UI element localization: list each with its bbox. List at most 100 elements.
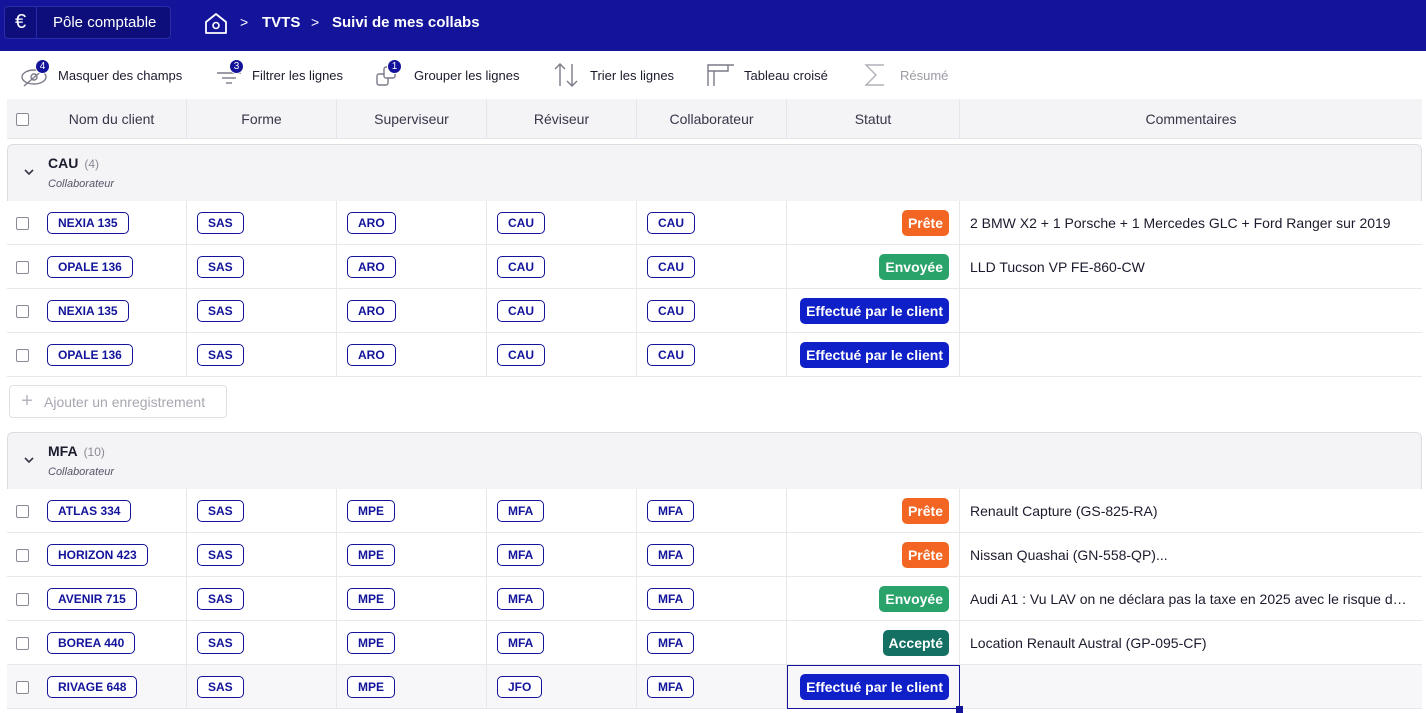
group-header[interactable]: MFA (10) Collaborateur — [7, 432, 1422, 490]
table-row[interactable]: NEXIA 135 SAS ARO CAU CAU Prête 2 BMW X2 + 1 P… — [7, 201, 1422, 245]
group-rows-button[interactable]: 1 Grouper les lignes — [374, 59, 520, 89]
statut-cell[interactable]: Accepté — [787, 621, 960, 665]
forme-cell[interactable]: SAS — [187, 621, 337, 665]
statut-cell[interactable]: Effectué par le client — [787, 665, 963, 713]
table-row[interactable]: RIVAGE 648 SAS MPE JFO MFA Effectué par le cl… — [7, 665, 1422, 713]
row-checkbox[interactable] — [15, 304, 29, 318]
reviseur-cell[interactable]: JFO — [487, 665, 637, 709]
table-row[interactable]: HORIZON 423 SAS MPE MFA MFA Prête Nissan Quash… — [7, 533, 1422, 577]
pivot-table-button[interactable]: Tableau croisé — [704, 61, 828, 89]
client-cell[interactable]: BOREA 440 — [37, 621, 187, 665]
superviseur-cell[interactable]: MPE — [337, 489, 487, 533]
reviseur-cell[interactable]: CAU — [487, 245, 637, 289]
client-cell[interactable]: AVENIR 715 — [37, 577, 187, 621]
table-row[interactable]: BOREA 440 SAS MPE MFA MFA Accepté Location Ren… — [7, 621, 1422, 665]
row-checkbox[interactable] — [15, 680, 29, 694]
statut-cell[interactable]: Prête — [787, 201, 960, 245]
row-checkbox[interactable] — [15, 636, 29, 650]
chevron-down-icon[interactable] — [22, 453, 36, 467]
superviseur-cell[interactable]: MPE — [337, 665, 487, 709]
table-row[interactable]: OPALE 136 SAS ARO CAU CAU Effectué par le cli… — [7, 333, 1422, 377]
comment-cell[interactable]: Audi A1 : Vu LAV on ne déclara pas la ta… — [960, 577, 1422, 621]
forme-cell[interactable]: SAS — [187, 245, 337, 289]
comment-cell[interactable]: LLD Tucson VP FE-860-CW — [960, 245, 1422, 289]
forme-cell[interactable]: SAS — [187, 333, 337, 377]
comment-cell[interactable] — [960, 665, 1422, 709]
chevron-down-icon[interactable] — [22, 165, 36, 179]
reviseur-cell[interactable]: CAU — [487, 333, 637, 377]
select-all-checkbox[interactable] — [15, 112, 29, 126]
column-header-reviseur[interactable]: Réviseur — [487, 99, 637, 139]
row-checkbox[interactable] — [15, 216, 29, 230]
forme-cell[interactable]: SAS — [187, 201, 337, 245]
reviseur-cell[interactable]: MFA — [487, 533, 637, 577]
statut-cell[interactable]: Effectué par le client — [787, 289, 960, 333]
column-header-collaborateur[interactable]: Collaborateur — [637, 99, 787, 139]
statut-cell[interactable]: Effectué par le client — [787, 333, 960, 377]
statut-cell[interactable]: Prête — [787, 533, 960, 577]
reviseur-cell[interactable]: CAU — [487, 201, 637, 245]
forme-cell[interactable]: SAS — [187, 489, 337, 533]
statut-cell[interactable]: Envoyée — [787, 577, 960, 621]
client-cell[interactable]: NEXIA 135 — [37, 289, 187, 333]
breadcrumb-item-current[interactable]: Suivi de mes collabs — [332, 14, 480, 31]
group-header[interactable]: CAU (4) Collaborateur — [7, 144, 1422, 202]
collaborateur-cell[interactable]: MFA — [637, 577, 787, 621]
column-header-forme[interactable]: Forme — [187, 99, 337, 139]
comment-cell[interactable]: Nissan Quashai (GN-558-QP)... — [960, 533, 1422, 577]
breadcrumb-item-tvts[interactable]: TVTS — [262, 14, 300, 31]
superviseur-cell[interactable]: ARO — [337, 245, 487, 289]
collaborateur-cell[interactable]: CAU — [637, 333, 787, 377]
column-header-commentaires[interactable]: Commentaires — [960, 99, 1422, 139]
table-row[interactable]: NEXIA 135 SAS ARO CAU CAU Effectué par le cli… — [7, 289, 1422, 333]
collaborateur-cell[interactable]: CAU — [637, 201, 787, 245]
comment-cell[interactable]: 2 BMW X2 + 1 Porsche + 1 Mercedes GLC + … — [960, 201, 1422, 245]
reviseur-cell[interactable]: MFA — [487, 489, 637, 533]
column-header-superviseur[interactable]: Superviseur — [337, 99, 487, 139]
superviseur-cell[interactable]: ARO — [337, 333, 487, 377]
statut-cell[interactable]: Envoyée — [787, 245, 960, 289]
table-row[interactable]: OPALE 136 SAS ARO CAU CAU Envoyée LLD Tucson V… — [7, 245, 1422, 289]
client-cell[interactable]: OPALE 136 — [37, 333, 187, 377]
home-icon[interactable] — [203, 11, 229, 35]
client-cell[interactable]: RIVAGE 648 — [37, 665, 187, 709]
comment-cell[interactable] — [960, 289, 1422, 333]
forme-cell[interactable]: SAS — [187, 289, 337, 333]
forme-cell[interactable]: SAS — [187, 577, 337, 621]
row-checkbox[interactable] — [15, 348, 29, 362]
superviseur-cell[interactable]: ARO — [337, 201, 487, 245]
filter-rows-button[interactable]: 3 Filtrer les lignes — [212, 59, 343, 89]
client-cell[interactable]: HORIZON 423 — [37, 533, 187, 577]
superviseur-cell[interactable]: ARO — [337, 289, 487, 333]
add-record-button[interactable]: + Ajouter un enregistrement — [9, 385, 227, 418]
table-row[interactable]: ATLAS 334 SAS MPE MFA MFA Prête Renault Captur… — [7, 489, 1422, 533]
collaborateur-cell[interactable]: MFA — [637, 621, 787, 665]
collaborateur-cell[interactable]: MFA — [637, 533, 787, 577]
reviseur-cell[interactable]: CAU — [487, 289, 637, 333]
row-checkbox[interactable] — [15, 592, 29, 606]
table-row[interactable]: AVENIR 715 SAS MPE MFA MFA Envoyée Audi A1 : V… — [7, 577, 1422, 621]
statut-cell[interactable]: Prête — [787, 489, 960, 533]
forme-cell[interactable]: SAS — [187, 665, 337, 709]
hide-fields-button[interactable]: 4 Masquer des champs — [18, 59, 182, 89]
row-checkbox[interactable] — [15, 548, 29, 562]
sort-rows-button[interactable]: Trier les lignes — [550, 61, 674, 89]
superviseur-cell[interactable]: MPE — [337, 577, 487, 621]
reviseur-cell[interactable]: MFA — [487, 577, 637, 621]
client-cell[interactable]: ATLAS 334 — [37, 489, 187, 533]
collaborateur-cell[interactable]: CAU — [637, 289, 787, 333]
comment-cell[interactable] — [960, 333, 1422, 377]
row-checkbox[interactable] — [15, 504, 29, 518]
forme-cell[interactable]: SAS — [187, 533, 337, 577]
client-cell[interactable]: NEXIA 135 — [37, 201, 187, 245]
column-header-statut[interactable]: Statut — [787, 99, 960, 139]
comment-cell[interactable]: Renault Capture (GS-825-RA) — [960, 489, 1422, 533]
superviseur-cell[interactable]: MPE — [337, 533, 487, 577]
summary-button[interactable]: Résumé — [860, 61, 948, 89]
client-cell[interactable]: OPALE 136 — [37, 245, 187, 289]
collaborateur-cell[interactable]: MFA — [637, 489, 787, 533]
collaborateur-cell[interactable]: MFA — [637, 665, 787, 709]
comment-cell[interactable]: Location Renault Austral (GP-095-CF) — [960, 621, 1422, 665]
superviseur-cell[interactable]: MPE — [337, 621, 487, 665]
reviseur-cell[interactable]: MFA — [487, 621, 637, 665]
